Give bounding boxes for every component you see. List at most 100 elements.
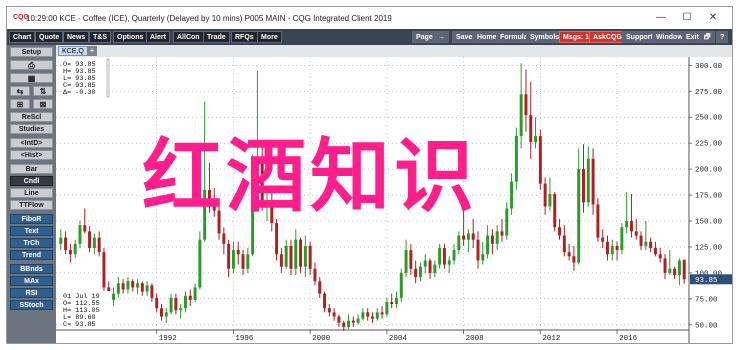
candle-body bbox=[78, 225, 82, 244]
candle-body bbox=[677, 260, 681, 275]
toolbar-allcon-button[interactable]: AllCon bbox=[173, 31, 204, 43]
candle-body bbox=[299, 239, 303, 267]
readout-bar-close: C= 93.85 bbox=[63, 321, 96, 329]
candle-body bbox=[160, 308, 163, 317]
swap-vertical-icon[interactable]: ⇅ bbox=[33, 86, 53, 96]
help-icon[interactable]: ? bbox=[716, 31, 729, 43]
slow-stochastic-button[interactable]: SStoch bbox=[10, 300, 53, 310]
candle-body bbox=[193, 287, 197, 300]
candle-body bbox=[332, 312, 336, 317]
historical-button[interactable]: <Hist> bbox=[10, 150, 53, 160]
rsi-button[interactable]: RSI bbox=[10, 288, 53, 298]
candle-body bbox=[136, 283, 140, 288]
toolbar-arrow-button[interactable]: → bbox=[434, 31, 449, 43]
candle-body bbox=[586, 158, 590, 203]
candle-chart-button[interactable]: Cndl bbox=[10, 176, 53, 186]
candle-body bbox=[610, 245, 614, 255]
candle-body bbox=[625, 221, 629, 228]
candle-body bbox=[572, 256, 576, 263]
chart-tab-kce[interactable]: KCE,Q bbox=[58, 46, 88, 56]
toolbar-askcqg-button[interactable]: AskCQG bbox=[589, 31, 626, 43]
candle-body bbox=[510, 181, 514, 209]
candle-body bbox=[529, 115, 533, 143]
trend-line-button[interactable]: Trend bbox=[10, 250, 53, 260]
candle-body bbox=[347, 320, 351, 327]
text-tool-button[interactable]: Text bbox=[10, 226, 53, 236]
candle-body bbox=[251, 171, 255, 255]
close-button[interactable]: ✕ bbox=[702, 10, 724, 26]
candle-body bbox=[629, 221, 633, 232]
toolbar-options-button[interactable]: Options bbox=[113, 31, 148, 43]
toolbar-trade-button[interactable]: Trade bbox=[203, 31, 230, 43]
price-tick-label: 250.00 bbox=[695, 115, 723, 123]
candle-body bbox=[92, 237, 96, 248]
candle-body bbox=[337, 316, 341, 323]
toolbar-news-button[interactable]: News bbox=[63, 31, 90, 43]
fibo-retracement-button[interactable]: FiboR bbox=[10, 214, 53, 224]
candle-body bbox=[222, 233, 226, 244]
toolbar-more-button[interactable]: More bbox=[257, 31, 282, 43]
price-tick-label: 225.00 bbox=[695, 141, 723, 149]
maximize-button[interactable]: ☐ bbox=[676, 10, 698, 26]
title-bar: CQG 10:29:00 KCE - Coffee (ICE), Quarter… bbox=[7, 7, 732, 29]
restore-icon[interactable]: 🗗 bbox=[700, 31, 715, 43]
toolbar-rfqs-button[interactable]: RFQs bbox=[231, 31, 258, 43]
price-tick-label: 50.00 bbox=[695, 322, 718, 330]
candle-body bbox=[207, 189, 211, 203]
candle-body bbox=[404, 250, 408, 273]
candle-body bbox=[59, 237, 63, 244]
candle-body bbox=[673, 268, 677, 275]
print-icon[interactable]: ⎙ bbox=[10, 60, 53, 70]
line-chart-button[interactable]: Line bbox=[10, 188, 53, 198]
toolbar-msgs-button[interactable]: Msgs: 1 bbox=[559, 31, 594, 43]
candle-body bbox=[486, 235, 490, 255]
candle-body bbox=[112, 293, 116, 300]
candle-body bbox=[548, 194, 552, 207]
remove-pane-icon[interactable]: ⊠ bbox=[33, 99, 53, 109]
trend-channel-button[interactable]: TrCh bbox=[10, 238, 53, 248]
toolbar-chart-button[interactable]: Chart bbox=[9, 31, 36, 43]
candle-body bbox=[385, 301, 389, 315]
bollinger-bands-button[interactable]: BBnds bbox=[10, 264, 53, 274]
intraday-button[interactable]: <IntD> bbox=[10, 138, 53, 148]
grid-layout-icon[interactable]: ▦ bbox=[10, 73, 53, 83]
ttflow-button[interactable]: TTFlow bbox=[10, 200, 53, 210]
candle bbox=[102, 247, 106, 292]
candle-body bbox=[591, 158, 595, 205]
minimize-button[interactable]: — bbox=[650, 10, 672, 26]
candle-body bbox=[452, 250, 456, 261]
price-chart[interactable]: 50.0075.00100.00125.00150.00175.00200.00… bbox=[56, 57, 733, 344]
candle-body bbox=[418, 266, 422, 278]
add-tab-button[interactable]: + bbox=[87, 46, 97, 56]
candle-body bbox=[653, 247, 657, 255]
rescale-button[interactable]: ReScl bbox=[10, 112, 53, 122]
price-tick-label: 150.00 bbox=[695, 219, 723, 227]
candle-body bbox=[188, 295, 192, 300]
candle-body bbox=[203, 189, 207, 240]
bar-chart-button[interactable]: Bar bbox=[10, 164, 53, 174]
candle-body bbox=[265, 200, 269, 205]
candle-body bbox=[212, 202, 216, 211]
candle-body bbox=[639, 235, 643, 246]
candle bbox=[553, 191, 557, 232]
time-tick-label: 2004 bbox=[389, 335, 408, 343]
candle-body bbox=[294, 239, 298, 269]
toolbar-ts-button[interactable]: T&S bbox=[89, 31, 111, 43]
toolbar-alert-button[interactable]: Alert bbox=[146, 31, 170, 43]
candle-body bbox=[605, 241, 609, 255]
studies-button[interactable]: Studies bbox=[10, 124, 53, 134]
candle-body bbox=[279, 254, 283, 267]
candle-body bbox=[577, 169, 581, 263]
candle-body bbox=[371, 316, 374, 319]
toolbar-quote-button[interactable]: Quote bbox=[35, 31, 64, 43]
candle-body bbox=[553, 194, 557, 228]
candle-body bbox=[318, 281, 322, 294]
add-pane-icon[interactable]: ⊞ bbox=[10, 99, 30, 109]
toolbar-symbols-button[interactable]: Symbols bbox=[526, 31, 564, 43]
candle-body bbox=[438, 247, 442, 265]
swap-horizontal-icon[interactable]: ⇆ bbox=[10, 86, 30, 96]
candle-body bbox=[394, 297, 398, 305]
moving-average-button[interactable]: MAx bbox=[10, 276, 53, 286]
setup-button[interactable]: Setup bbox=[10, 47, 53, 57]
candle-body bbox=[231, 250, 235, 269]
